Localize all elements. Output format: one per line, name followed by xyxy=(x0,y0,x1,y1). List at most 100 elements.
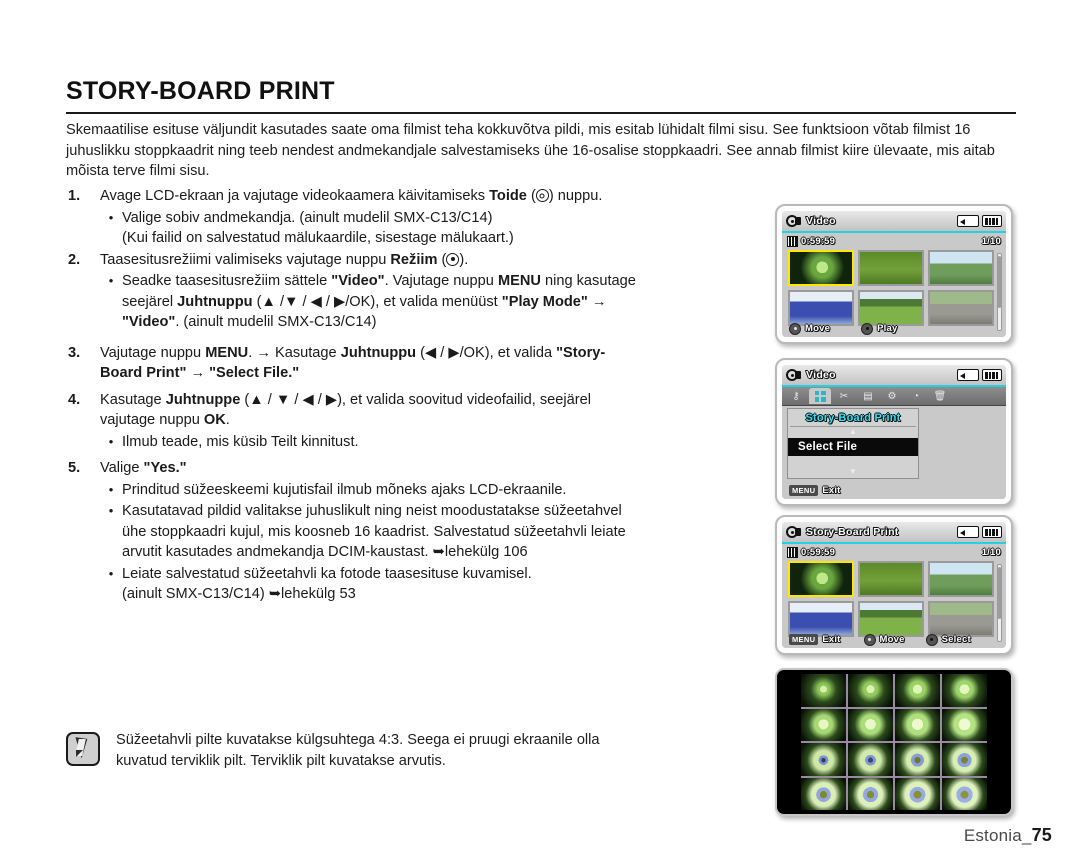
lcd3-select-key[interactable]: Select xyxy=(925,633,971,646)
lcd1-softkeys: Move Play xyxy=(782,321,1006,336)
lcd3-title: Story-Board Print xyxy=(806,526,899,538)
step-2-b2-e: → xyxy=(587,293,607,310)
lcd3-move-key[interactable]: Move xyxy=(863,633,905,646)
ok-button-icon xyxy=(925,633,938,646)
step-4-joystick-label: Juhtnuppe xyxy=(165,391,241,408)
battery-icon xyxy=(982,526,1002,538)
page-ref-53: ➥lehekülg 53 xyxy=(268,586,356,602)
step-5-b2-l3: arvutit kasutades andmekandja DCIM-kaust… xyxy=(122,542,766,563)
menu-key-badge: MENU xyxy=(789,634,819,645)
lcd2-titlebar: Video xyxy=(782,365,1006,387)
step-1: 1. Avage LCD-ekraan ja vajutage videokaa… xyxy=(66,186,766,249)
title-divider xyxy=(66,111,1016,114)
step-1-t1: Avage LCD-ekraan ja vajutage videokaamer… xyxy=(100,188,490,204)
storyboard-frame xyxy=(895,674,940,707)
lcd1-scrollbar[interactable] xyxy=(997,253,1002,331)
camcorder-icon xyxy=(786,368,801,382)
page-footer: Estonia_75 xyxy=(964,825,1052,846)
thumbnail-item[interactable] xyxy=(858,561,924,597)
lcd3-statusline: 0:59:59 1/10 xyxy=(782,544,1006,559)
page-title: STORY-BOARD PRINT xyxy=(66,77,335,105)
lcd3-titlebar: Story-Board Print xyxy=(782,522,1006,544)
step-2-joystick-label: Juhtnuppu xyxy=(177,293,253,310)
thumbnail-item[interactable] xyxy=(788,561,854,597)
lcd3-softkeys: MENU Exit Move Select xyxy=(782,632,1006,647)
tab-trash-icon[interactable]: 🗑 xyxy=(929,388,951,404)
lcd1-play-key[interactable]: Play xyxy=(861,322,897,335)
step-5-bullet-1: • Prinditud süžeeskeemi kujutisfail ilmu… xyxy=(100,480,766,501)
lcd2-exit-key[interactable]: MENU Exit xyxy=(789,485,841,496)
step-2-b2-a: seejärel xyxy=(122,293,178,310)
step-5: 5. Valige "Yes." • Prinditud süžeeskeemi… xyxy=(66,458,766,605)
lcd3-exit-key[interactable]: MENU Exit xyxy=(789,634,841,645)
intro-paragraph: Skemaatilise esituse väljundit kasutades… xyxy=(66,122,995,179)
step-1-bullet-1: • Valige sobiv andmekandja. (ainult mude… xyxy=(100,208,766,249)
note-box: Süžeetahvli pilte kuvatakse külgsuhtega … xyxy=(66,730,766,772)
step-3-t2: . → Kasutage xyxy=(248,344,341,361)
memory-card-icon xyxy=(957,215,979,227)
step-4-l2c: . xyxy=(225,412,230,428)
bullet-dot-icon: • xyxy=(108,273,114,288)
storyboard-frame xyxy=(801,674,846,707)
step-1-bullet-1-cont: (Kui failid on salvestatud mälukaardile,… xyxy=(122,230,514,246)
step-2-t1: Taasesitusrežiimi valimiseks vajutage nu… xyxy=(100,251,391,268)
lcd2-menu-item-select-file[interactable]: Select File xyxy=(788,438,918,456)
step-2-b2-line: seejärel Juhtnuppu (▲ /▼ / ◀ / ▶/OK), et… xyxy=(122,292,766,313)
thumbnail-item[interactable] xyxy=(928,250,994,286)
step-4-number: 4. xyxy=(68,391,81,408)
memory-card-icon xyxy=(957,526,979,538)
scroll-down-caret-icon: ▼ xyxy=(849,467,857,476)
tab-book-icon[interactable]: ▤ xyxy=(857,388,879,404)
step-2-video-label: "Video" xyxy=(331,273,385,289)
step-3-selectfile-label: "Select File." xyxy=(209,365,300,381)
step-3-menu-label: MENU xyxy=(205,344,249,361)
lcd1-move-key[interactable]: Move xyxy=(789,322,830,335)
storyboard-frame xyxy=(848,674,893,707)
note-line-1: Süžeetahvli pilte kuvatakse külgsuhtega … xyxy=(116,732,600,748)
lcd-screen-video-thumbnails: Video 0:59:59 1/10 Move Play xyxy=(775,204,1013,344)
scrollbar-thumb[interactable] xyxy=(998,567,1001,619)
step-2-number: 2. xyxy=(68,251,81,268)
lcd3-timecode: 0:59:59 xyxy=(801,547,836,558)
step-4-line2: vajutage nuppu OK. xyxy=(100,410,766,431)
tab-gear-icon[interactable]: ⚙ xyxy=(881,388,903,404)
step-3-boardprint-label: Board Print" xyxy=(100,365,187,381)
thumbnail-item[interactable] xyxy=(928,561,994,597)
thumbnail-item[interactable] xyxy=(858,250,924,286)
scrollbar-thumb[interactable] xyxy=(998,256,1001,308)
step-1-t2: ( xyxy=(526,188,536,204)
storyboard-grid xyxy=(801,674,987,810)
storyboard-frame xyxy=(942,674,987,707)
tab-share-icon[interactable]: ◔ xyxy=(905,388,927,404)
step-5-bullet-1-text: Prinditud süžeeskeemi kujutisfail ilmub … xyxy=(122,481,567,498)
step-2-b2-c: (▲ /▼ / ◀ / ▶/OK), et valida menüüst xyxy=(252,293,502,310)
lcd1-title: Video xyxy=(806,215,836,227)
thumbnail-item[interactable] xyxy=(788,250,854,286)
mode-button-icon xyxy=(446,252,460,266)
step-4-t1: Kasutage xyxy=(100,391,166,408)
step-3-t1: Vajutage nuppu xyxy=(100,344,206,361)
step-5-yes-label: "Yes." xyxy=(143,460,187,476)
storyboard-frame xyxy=(895,743,940,776)
tab-key-icon[interactable]: ⚷ xyxy=(785,388,807,404)
lcd2-menu-panel: Story-Board Print ▲ Select File ▼ xyxy=(787,408,919,479)
lcd1-thumbnail-grid xyxy=(782,248,1006,328)
step-3-arrow: → xyxy=(186,365,210,381)
tab-scissors-icon[interactable]: ✂ xyxy=(833,388,855,404)
step-2-b1-e: ning kasutage xyxy=(540,273,636,289)
tab-grid-icon[interactable] xyxy=(809,388,831,404)
step-2-bullet-1: • Seadke taasesitusrežiim sättele "Video… xyxy=(100,271,766,333)
step-5-bullet-2: • Kasutatavad pildid valitakse juhusliku… xyxy=(100,501,766,563)
dpad-icon xyxy=(863,633,876,646)
step-2-t3: ). xyxy=(459,251,469,268)
lcd3-scrollbar[interactable] xyxy=(997,564,1002,642)
film-icon xyxy=(787,236,798,247)
page-ref-106: ➥lehekülg 106 xyxy=(432,544,528,560)
storyboard-frame xyxy=(848,743,893,776)
step-2-b1-c: . Vajutage nuppu xyxy=(384,273,498,289)
power-button-icon xyxy=(535,189,549,202)
step-5-b3-l1: Leiate salvestatud süžeetahvli ka fotode… xyxy=(122,565,532,582)
step-2-b3-line: "Video". (ainult mudelil SMX-C13/C14) xyxy=(122,312,766,333)
step-3: 3. Vajutage nuppu MENU. → Kasutage Juhtn… xyxy=(66,343,766,384)
dpad-icon xyxy=(789,322,801,335)
